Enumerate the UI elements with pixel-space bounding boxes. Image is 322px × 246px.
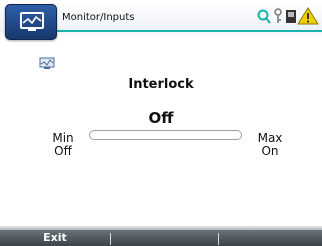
softkey-bar: Exit <box>0 230 322 246</box>
monitor-icon <box>20 12 44 31</box>
search-icon <box>257 9 271 24</box>
softkey-3[interactable] <box>219 230 322 246</box>
battery-icon <box>286 10 296 23</box>
monitor-app-button[interactable] <box>5 4 57 40</box>
monitor-icon <box>39 57 55 69</box>
page-title: Monitor/Inputs <box>62 12 135 23</box>
status-area <box>257 5 322 27</box>
key-icon <box>274 8 282 23</box>
parameter-name: Interlock <box>128 77 194 92</box>
warning-icon <box>297 7 319 25</box>
min-range: Min Off <box>48 132 78 158</box>
current-value: Off <box>148 109 174 127</box>
min-value: Off <box>54 144 72 158</box>
max-range: Max On <box>252 132 288 158</box>
softkey-2[interactable] <box>111 230 218 246</box>
max-value: On <box>261 144 279 158</box>
header-accent-line <box>56 30 322 32</box>
exit-softkey[interactable]: Exit <box>0 230 110 246</box>
level-bar <box>89 130 242 140</box>
